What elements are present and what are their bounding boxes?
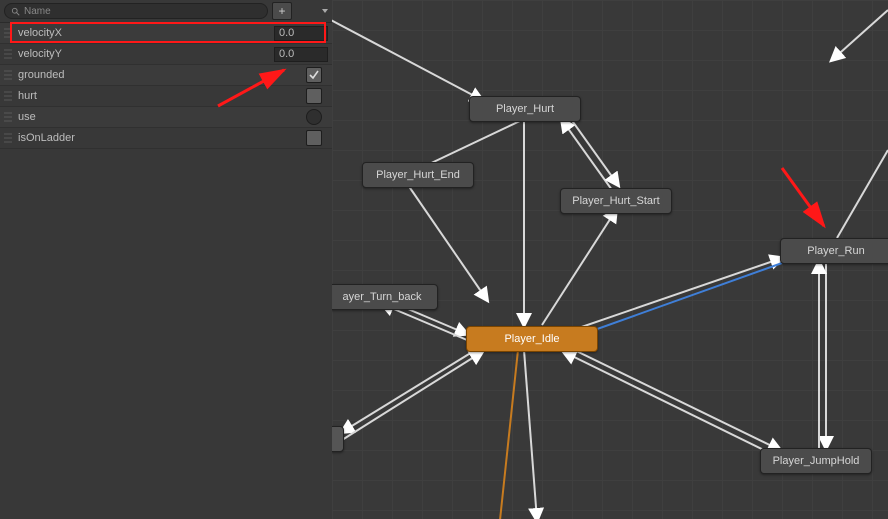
dropdown-caret-icon[interactable] [322, 9, 328, 13]
drag-grip-icon [4, 90, 12, 102]
param-name: velocityX [16, 27, 274, 39]
search-placeholder: Name [24, 6, 51, 17]
state-player-run[interactable]: Player_Run [780, 238, 888, 264]
bool-checkbox[interactable] [306, 130, 322, 146]
float-field[interactable]: 0.0 [274, 47, 328, 62]
search-row: Name + [0, 0, 332, 23]
param-row-isOnLadder[interactable]: isOnLadder [0, 128, 332, 149]
animator-graph[interactable]: Player_Hurt Player_Hurt_End Player_Hurt_… [332, 0, 888, 519]
check-icon [309, 70, 319, 80]
state-player-hurt-end[interactable]: Player_Hurt_End [362, 162, 474, 188]
drag-grip-icon [4, 111, 12, 123]
param-name: velocityY [16, 48, 274, 60]
param-row-grounded[interactable]: grounded [0, 65, 332, 86]
param-name: hurt [16, 90, 306, 102]
param-name: grounded [16, 69, 306, 81]
state-player-hurt-start[interactable]: Player_Hurt_Start [560, 188, 672, 214]
parameters-panel: Name + velocityX 0.0 velocityY 0.0 groun… [0, 0, 332, 519]
state-player-turn-back[interactable]: ayer_Turn_back [332, 284, 438, 310]
bool-checkbox[interactable] [306, 67, 322, 83]
drag-grip-icon [4, 132, 12, 144]
param-row-velocityY[interactable]: velocityY 0.0 [0, 44, 332, 65]
param-row-use[interactable]: use [0, 107, 332, 128]
state-player-hurt[interactable]: Player_Hurt [469, 96, 581, 122]
state-clipped[interactable] [332, 426, 344, 452]
search-icon [11, 7, 20, 16]
add-parameter-button[interactable]: + [272, 2, 292, 20]
param-name: use [16, 111, 306, 123]
drag-grip-icon [4, 69, 12, 81]
state-player-jumphold[interactable]: Player_JumpHold [760, 448, 872, 474]
param-name: isOnLadder [16, 132, 306, 144]
param-row-hurt[interactable]: hurt [0, 86, 332, 107]
state-player-idle[interactable]: Player_Idle [466, 326, 598, 352]
trigger-button[interactable] [306, 109, 322, 125]
float-field[interactable]: 0.0 [274, 26, 328, 41]
bool-checkbox[interactable] [306, 88, 322, 104]
plus-icon: + [278, 5, 285, 17]
drag-grip-icon [4, 27, 12, 39]
drag-grip-icon [4, 48, 12, 60]
search-input[interactable]: Name [4, 3, 268, 19]
param-row-velocityX[interactable]: velocityX 0.0 [0, 23, 332, 44]
